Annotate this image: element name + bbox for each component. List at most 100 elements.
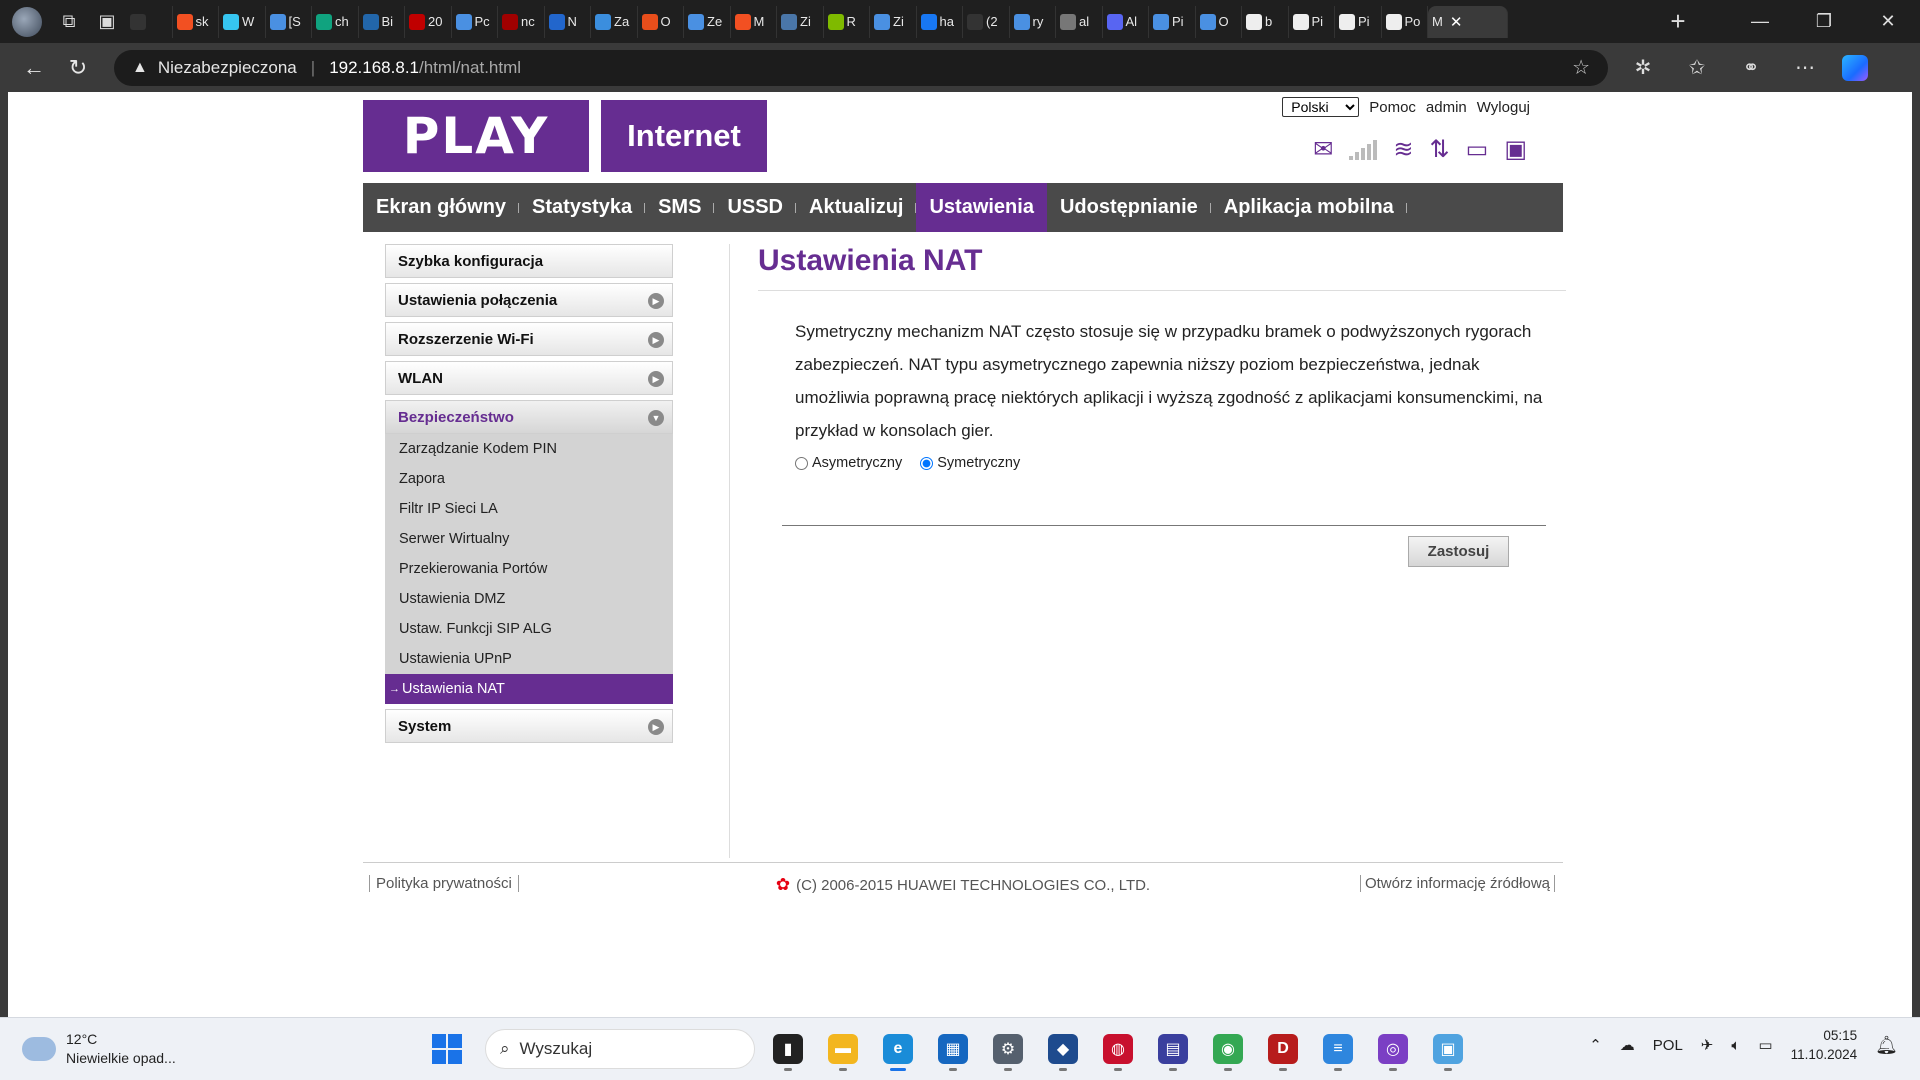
open-source-link[interactable]: Otwórz informację źródłową bbox=[1359, 875, 1555, 892]
asymmetric-radio[interactable] bbox=[795, 456, 808, 470]
favorites-icon[interactable]: ✩ bbox=[1670, 48, 1724, 88]
workspaces-icon[interactable]: ⧉ bbox=[50, 5, 88, 39]
browser-tab[interactable]: Bi bbox=[359, 5, 405, 38]
browser-tab[interactable]: Pi bbox=[1289, 5, 1335, 38]
weather-widget[interactable]: 12°C Niewielkie opad... bbox=[22, 1030, 176, 1068]
nav-item[interactable]: Statystyka bbox=[519, 183, 646, 232]
taskbar-app[interactable]: ▦ bbox=[931, 1027, 975, 1071]
extensions-icon[interactable]: ✲ bbox=[1616, 48, 1670, 88]
more-menu-icon[interactable]: ⋯ bbox=[1778, 48, 1832, 88]
browser-tab[interactable]: W bbox=[219, 5, 266, 38]
nav-item[interactable]: Aplikacja mobilna bbox=[1211, 183, 1407, 232]
nav-item[interactable]: Aktualizuj bbox=[796, 183, 917, 232]
collections-icon[interactable]: ⚭ bbox=[1724, 48, 1778, 88]
browser-tab[interactable]: [S bbox=[266, 5, 312, 38]
browser-tab[interactable]: (2 bbox=[963, 5, 1010, 38]
sidebar-subitem[interactable]: Przekierowania Portów bbox=[385, 554, 673, 584]
browser-tab[interactable]: Pc bbox=[452, 5, 498, 38]
taskbar-app[interactable]: ≡ bbox=[1316, 1027, 1360, 1071]
asymmetric-option[interactable]: Asymetryczny bbox=[795, 455, 902, 471]
browser-tab[interactable]: Al bbox=[1103, 5, 1149, 38]
sidebar-subitem[interactable]: Serwer Wirtualny bbox=[385, 524, 673, 554]
browser-tab[interactable]: N bbox=[545, 5, 591, 38]
taskbar-app[interactable]: ▤ bbox=[1151, 1027, 1195, 1071]
help-link[interactable]: Pomoc bbox=[1369, 99, 1416, 116]
sidebar-subitem[interactable]: Zapora bbox=[385, 464, 673, 494]
sidebar-wlan[interactable]: WLAN ▶ bbox=[385, 361, 673, 395]
browser-tab[interactable]: Zi bbox=[870, 5, 917, 38]
taskbar-app[interactable]: ⚙ bbox=[986, 1027, 1030, 1071]
sidebar-subitem[interactable]: Zarządzanie Kodem PIN bbox=[385, 434, 673, 464]
taskbar-app[interactable]: ▮ bbox=[766, 1027, 810, 1071]
copilot-icon[interactable] bbox=[1842, 54, 1868, 81]
browser-tab[interactable]: Po bbox=[1382, 5, 1428, 38]
browser-tab[interactable]: sk bbox=[173, 5, 219, 38]
notification-bell-icon[interactable]: 🔔︎ bbox=[1875, 1035, 1898, 1056]
sidebar-subitem[interactable]: Filtr IP Sieci LA bbox=[385, 494, 673, 524]
new-tab-button[interactable]: + bbox=[1658, 6, 1698, 38]
input-language[interactable]: POL bbox=[1653, 1037, 1683, 1054]
favorite-star-icon[interactable]: ☆ bbox=[1572, 55, 1590, 80]
back-icon[interactable]: ← bbox=[12, 48, 56, 88]
sidebar-item-nat-settings[interactable]: → Ustawienia NAT bbox=[385, 674, 673, 704]
sidebar-subitem[interactable]: Ustawienia UPnP bbox=[385, 644, 673, 674]
browser-tab[interactable]: ry bbox=[1010, 5, 1056, 38]
apply-button[interactable]: Zastosuj bbox=[1408, 536, 1509, 567]
start-icon[interactable] bbox=[432, 1034, 462, 1064]
browser-tab[interactable] bbox=[126, 5, 173, 38]
taskbar-app[interactable]: e bbox=[876, 1027, 920, 1071]
taskbar-app[interactable]: ▬ bbox=[821, 1027, 865, 1071]
minimize-icon[interactable]: — bbox=[1728, 0, 1792, 43]
nav-item[interactable]: Ekran główny bbox=[363, 183, 520, 232]
browser-tab[interactable]: M bbox=[731, 5, 777, 38]
browser-tab[interactable]: al bbox=[1056, 5, 1103, 38]
sidebar-wifi-extension[interactable]: Rozszerzenie Wi-Fi ▶ bbox=[385, 322, 673, 356]
sidebar-security[interactable]: Bezpieczeństwo ▼ bbox=[385, 400, 673, 434]
taskbar-app[interactable]: ◆ bbox=[1041, 1027, 1085, 1071]
close-tab-icon[interactable]: ✕ bbox=[1450, 13, 1463, 31]
taskbar-app[interactable]: D bbox=[1261, 1027, 1305, 1071]
nav-item[interactable]: Ustawienia bbox=[916, 183, 1047, 232]
network-icon[interactable]: ☁ bbox=[1620, 1036, 1635, 1054]
browser-tab[interactable]: Za bbox=[591, 5, 638, 38]
battery-tray-icon[interactable]: ▭ bbox=[1758, 1036, 1772, 1054]
taskbar-app[interactable]: ◉ bbox=[1206, 1027, 1250, 1071]
nav-item[interactable]: SMS bbox=[645, 183, 715, 232]
sidebar-system[interactable]: System ▶ bbox=[385, 709, 673, 743]
sidebar-quick-config[interactable]: Szybka konfiguracja bbox=[385, 244, 673, 278]
sidebar-connection-settings[interactable]: Ustawienia połączenia ▶ bbox=[385, 283, 673, 317]
browser-tab[interactable]: Ze bbox=[684, 5, 731, 38]
browser-tab[interactable]: Zi bbox=[777, 5, 824, 38]
profile-avatar[interactable] bbox=[12, 6, 42, 37]
browser-tab-active[interactable]: M ✕ bbox=[1428, 5, 1508, 38]
browser-tab[interactable]: 20 bbox=[405, 5, 452, 38]
airplane-icon[interactable]: ✈ bbox=[1701, 1036, 1714, 1054]
logout-link[interactable]: Wyloguj bbox=[1477, 99, 1530, 116]
url-field[interactable]: ▲ Niezabezpieczona | 192.168.8.1 /html/n… bbox=[114, 49, 1608, 86]
taskbar-app[interactable]: ◎ bbox=[1371, 1027, 1415, 1071]
chevron-up-icon[interactable]: ⌃ bbox=[1589, 1036, 1602, 1054]
sidebar-subitem[interactable]: Ustaw. Funkcji SIP ALG bbox=[385, 614, 673, 644]
browser-tab[interactable]: Pi bbox=[1335, 5, 1382, 38]
nav-item[interactable]: USSD bbox=[714, 183, 796, 232]
browser-tab[interactable]: Pi bbox=[1149, 5, 1196, 38]
symmetric-radio[interactable] bbox=[920, 456, 934, 470]
mail-icon[interactable]: ✉ bbox=[1313, 138, 1333, 162]
browser-tab[interactable]: nc bbox=[498, 5, 545, 38]
taskbar-app[interactable]: ▣ bbox=[1426, 1027, 1470, 1071]
close-window-icon[interactable]: ✕ bbox=[1856, 0, 1920, 43]
volume-icon[interactable]: 🔈︎ bbox=[1731, 1037, 1740, 1054]
browser-tab[interactable]: O bbox=[638, 5, 684, 38]
clock[interactable]: 05:15 11.10.2024 bbox=[1791, 1026, 1858, 1064]
reload-icon[interactable]: ↻ bbox=[56, 48, 100, 88]
browser-tab[interactable]: R bbox=[824, 5, 870, 38]
browser-tab[interactable]: b bbox=[1242, 5, 1289, 38]
nav-item[interactable]: Udostępnianie bbox=[1047, 183, 1211, 232]
vertical-tabs-icon[interactable]: ▣ bbox=[88, 5, 126, 39]
sidebar-subitem[interactable]: Ustawienia DMZ bbox=[385, 584, 673, 614]
browser-tab[interactable]: O bbox=[1196, 5, 1242, 38]
symmetric-option[interactable]: Symetryczny bbox=[920, 455, 1020, 471]
language-select[interactable]: Polski bbox=[1282, 97, 1360, 117]
browser-tab[interactable]: ha bbox=[917, 5, 963, 38]
taskbar-search[interactable]: ⌕ Wyszukaj bbox=[485, 1029, 755, 1069]
